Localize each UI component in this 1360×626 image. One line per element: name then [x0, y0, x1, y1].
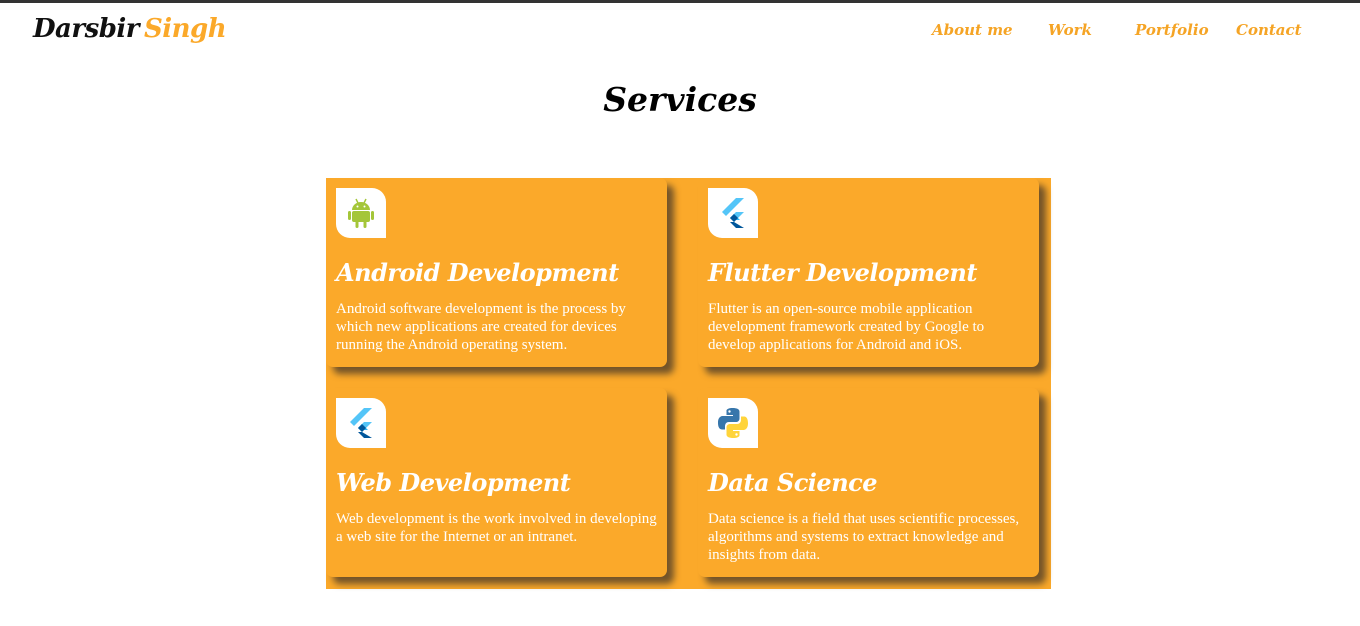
service-description: Data science is a field that uses scient…	[708, 511, 1020, 563]
nav-portfolio[interactable]: Portfolio	[1135, 21, 1209, 39]
main-nav: About me Work Portfolio Contact	[0, 21, 1360, 43]
service-card-android: Android Development Android software dev…	[326, 178, 667, 367]
nav-work[interactable]: Work	[1048, 21, 1092, 39]
nav-contact[interactable]: Contact	[1236, 21, 1302, 39]
service-title: Flutter Development	[708, 258, 977, 287]
android-icon	[336, 188, 386, 238]
service-description: Android software development is the proc…	[336, 301, 626, 353]
service-card-flutter: Flutter Development Flutter is an open-s…	[698, 178, 1039, 367]
service-card-data-science: Data Science Data science is a field tha…	[698, 388, 1039, 577]
nav-about-me[interactable]: About me	[932, 21, 1013, 39]
service-description: Flutter is an open-source mobile applica…	[708, 301, 985, 353]
top-border	[0, 0, 1360, 3]
service-title: Data Science	[708, 468, 878, 497]
flutter-icon	[708, 188, 758, 238]
service-title: Android Development	[336, 258, 619, 287]
service-description: Web development is the work involved in …	[336, 511, 657, 545]
python-icon	[708, 398, 758, 448]
service-card-web: Web Development Web development is the w…	[326, 388, 667, 577]
page-title: Services	[603, 80, 757, 119]
service-title: Web Development	[336, 468, 571, 497]
flutter-icon	[336, 398, 386, 448]
